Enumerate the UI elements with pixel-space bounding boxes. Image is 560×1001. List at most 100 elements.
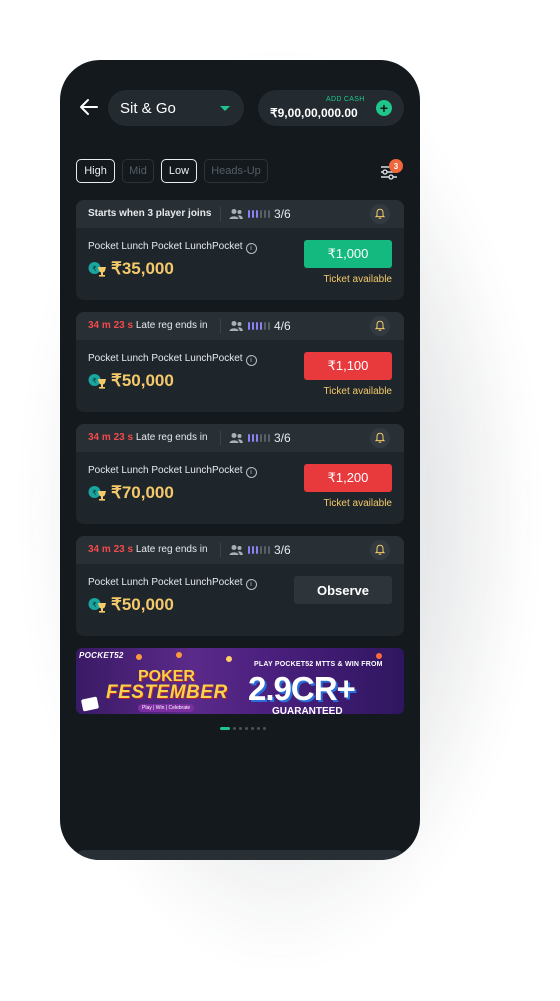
prize-trophy-icon: ₹ <box>88 598 106 613</box>
seat-bar <box>260 546 262 554</box>
card-status-bar: Starts when 3 player joins 3/6 <box>76 200 404 228</box>
pagination-dot[interactable] <box>245 727 248 730</box>
seat-bar <box>248 434 250 442</box>
status-text: Late reg ends in <box>135 320 208 331</box>
seat-bar <box>256 210 258 218</box>
lantern-decoration <box>136 654 142 660</box>
join-fee-button[interactable]: ₹1,100 <box>304 352 392 380</box>
seat-bar <box>268 322 270 330</box>
seat-bar <box>260 434 262 442</box>
seat-bar <box>248 546 250 554</box>
filter-chip-high[interactable]: High <box>76 159 115 183</box>
pagination-dot[interactable] <box>233 727 236 730</box>
observe-button[interactable]: Observe <box>294 576 392 604</box>
promo-banner[interactable]: POCKET52 POKER FESTEMBER Play | Win | Ce… <box>76 648 404 714</box>
prize-pool: ₹70,000 <box>111 483 174 502</box>
phone-screen: Sit & Go ADD CASH ₹9,00,00,000.00 + High… <box>60 60 420 860</box>
late-reg-timer: 34 m 23 s <box>88 432 134 443</box>
ticket-available-label: Ticket available <box>323 386 392 397</box>
players-icon <box>229 209 243 219</box>
card-status-bar: 34 m 23 s Late reg ends in 3/6 <box>76 536 404 564</box>
seat-bar <box>264 434 266 442</box>
divider <box>220 319 221 333</box>
tournament-name-text: Pocket Lunch Pocket LunchPocket <box>88 465 243 476</box>
banner-offer-text: PLAY POCKET52 MTTS & WIN FROM <box>254 661 383 668</box>
info-icon[interactable]: i <box>245 467 257 478</box>
card-status-bar: 34 m 23 s Late reg ends in 3/6 <box>76 424 404 452</box>
pagination-dot[interactable] <box>263 727 266 730</box>
seat-bar <box>260 322 262 330</box>
playing-card-icon <box>80 696 100 712</box>
pagination-dot[interactable] <box>257 727 260 730</box>
registration-status: Starts when 3 player joins <box>88 208 211 219</box>
banner-pagination[interactable] <box>220 727 266 730</box>
info-icon[interactable]: i <box>245 355 257 366</box>
divider <box>220 543 221 557</box>
registration-status: 34 m 23 s Late reg ends in <box>88 320 208 331</box>
tournament-name-text: Pocket Lunch Pocket LunchPocket <box>88 577 243 588</box>
seat-bar <box>252 434 254 442</box>
bell-icon[interactable] <box>370 204 390 224</box>
seat-bar <box>252 210 254 218</box>
add-cash-plus-icon[interactable]: + <box>376 100 392 116</box>
seat-fill-bars <box>248 546 270 554</box>
player-count: 3/6 <box>274 431 291 445</box>
pagination-dot[interactable] <box>220 727 230 730</box>
ticket-available-label: Ticket available <box>323 274 392 285</box>
join-fee-button[interactable]: ₹1,200 <box>304 464 392 492</box>
prize-pool: ₹50,000 <box>111 371 174 390</box>
game-mode-dropdown[interactable]: Sit & Go <box>108 90 244 126</box>
players-icon <box>229 433 243 443</box>
filter-chip-heads-up[interactable]: Heads-Up <box>204 159 268 183</box>
status-text: Starts when 3 player joins <box>88 208 212 219</box>
pagination-dot[interactable] <box>251 727 254 730</box>
svg-text:₹: ₹ <box>92 377 97 385</box>
join-fee-button[interactable]: ₹1,000 <box>304 240 392 268</box>
seat-bar <box>248 322 250 330</box>
tournament-name-text: Pocket Lunch Pocket LunchPocket <box>88 353 243 364</box>
tournament-name: Pocket Lunch Pocket LunchPocket i <box>88 465 257 478</box>
seat-fill-bars <box>248 434 270 442</box>
filter-chip-low[interactable]: Low <box>161 159 197 183</box>
status-text: Late reg ends in <box>135 544 208 555</box>
late-reg-timer: 34 m 23 s <box>88 544 134 555</box>
add-cash-label: ADD CASH <box>326 96 365 103</box>
table-card[interactable]: 34 m 23 s Late reg ends in 4/6 Pocket Lu… <box>76 312 404 412</box>
table-card[interactable]: 34 m 23 s Late reg ends in 3/6 Pocket Lu… <box>76 536 404 636</box>
players-icon <box>229 545 243 555</box>
back-arrow-icon[interactable] <box>78 96 100 118</box>
registration-status: 34 m 23 s Late reg ends in <box>88 432 208 443</box>
table-card[interactable]: Starts when 3 player joins 3/6 Pocket Lu… <box>76 200 404 300</box>
registration-status: 34 m 23 s Late reg ends in <box>88 544 208 555</box>
prize-trophy-icon: ₹ <box>88 486 106 501</box>
prize-pool: ₹50,000 <box>111 595 174 614</box>
divider <box>220 207 221 221</box>
seat-bar <box>252 322 254 330</box>
tournament-name: Pocket Lunch Pocket LunchPocket i <box>88 241 257 254</box>
tournament-name-text: Pocket Lunch Pocket LunchPocket <box>88 241 243 252</box>
pagination-dot[interactable] <box>239 727 242 730</box>
svg-text:₹: ₹ <box>92 489 97 497</box>
seat-bar <box>256 434 258 442</box>
prize-trophy-icon: ₹ <box>88 262 106 277</box>
info-icon[interactable]: i <box>245 579 257 590</box>
divider <box>220 431 221 445</box>
late-reg-timer: 34 m 23 s <box>88 320 134 331</box>
bell-icon[interactable] <box>370 540 390 560</box>
bell-icon[interactable] <box>370 316 390 336</box>
ticket-available-label: Ticket available <box>323 498 392 509</box>
banner-tagline: Play | Win | Celebrate <box>138 704 195 712</box>
seat-bar <box>264 546 266 554</box>
svg-text:₹: ₹ <box>92 265 97 273</box>
lantern-decoration <box>376 653 382 659</box>
prize-pool: ₹35,000 <box>111 259 174 278</box>
seat-bar <box>256 546 258 554</box>
tournament-name: Pocket Lunch Pocket LunchPocket i <box>88 577 257 590</box>
filter-chip-mid[interactable]: Mid <box>122 159 154 183</box>
info-icon[interactable]: i <box>245 243 257 254</box>
bell-icon[interactable] <box>370 428 390 448</box>
table-card[interactable]: 34 m 23 s Late reg ends in 3/6 Pocket Lu… <box>76 424 404 524</box>
tournament-name: Pocket Lunch Pocket LunchPocket i <box>88 353 257 366</box>
wallet-balance-pill[interactable]: ADD CASH ₹9,00,00,000.00 + <box>258 90 404 126</box>
seat-fill-bars <box>248 322 270 330</box>
